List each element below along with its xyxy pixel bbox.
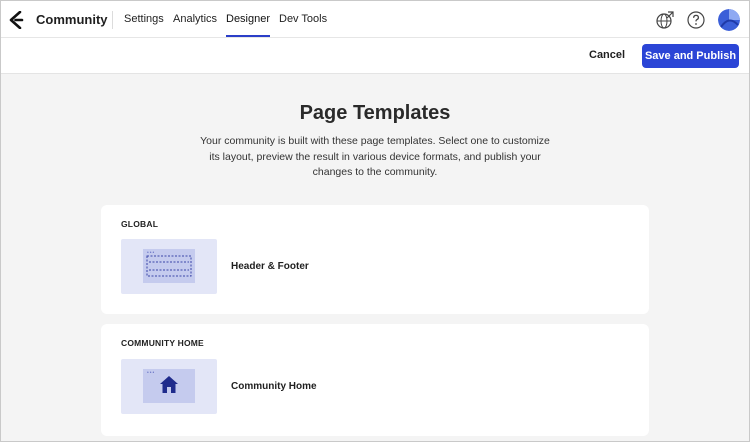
brand-name: Community <box>36 12 108 27</box>
top-nav: Community Settings Analytics Designer De… <box>1 1 749 38</box>
app-window: Community Settings Analytics Designer De… <box>0 0 750 442</box>
section-card-community-home: COMMUNITY HOME ••• Community Home <box>101 324 649 436</box>
page-description: Your community is built with these page … <box>200 135 550 178</box>
save-and-publish-button[interactable]: Save and Publish <box>642 44 739 68</box>
section-card-global: GLOBAL ••• Header & Footer <box>101 205 649 314</box>
browser-dots-icon: ••• <box>147 250 156 256</box>
section-label: COMMUNITY HOME <box>121 338 204 348</box>
avatar-image <box>718 9 740 31</box>
globe-external-icon[interactable] <box>655 10 675 30</box>
cancel-button[interactable]: Cancel <box>589 49 625 61</box>
nav-dev-tools[interactable]: Dev Tools <box>279 13 327 25</box>
template-thumbnail-header-footer[interactable]: ••• <box>121 239 217 294</box>
nav-designer[interactable]: Designer <box>226 13 271 37</box>
action-bar: Cancel Save and Publish <box>1 38 749 74</box>
template-name-community-home[interactable]: Community Home <box>231 381 317 392</box>
page-title: Page Templates <box>299 102 451 124</box>
section-label: GLOBAL <box>121 219 159 229</box>
template-thumbnail-community-home[interactable]: ••• <box>121 359 217 414</box>
help-icon[interactable] <box>686 10 706 30</box>
browser-dots-icon: ••• <box>147 370 156 376</box>
nav-analytics[interactable]: Analytics <box>173 13 217 25</box>
nav-settings[interactable]: Settings <box>124 13 164 25</box>
nav-divider <box>112 11 113 29</box>
logo-icon[interactable] <box>8 11 24 29</box>
avatar[interactable] <box>718 9 740 31</box>
template-name-header-footer[interactable]: Header & Footer <box>231 261 309 272</box>
